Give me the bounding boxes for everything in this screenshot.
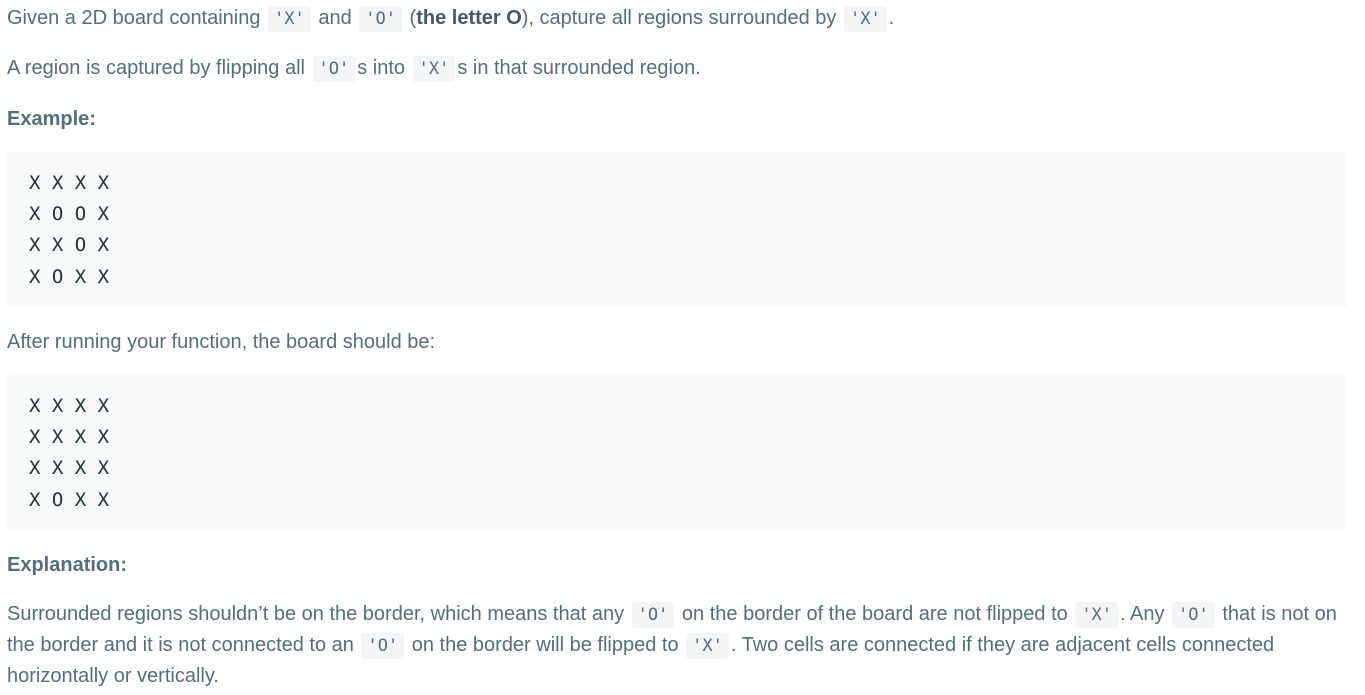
intro-paragraph: Given a 2D board containing 'X' and 'O' … [7, 3, 1347, 34]
code-x: 'X' [686, 633, 729, 659]
capture-paragraph: A region is captured by flipping all 'O'… [7, 53, 1347, 84]
intro-text-1: Given a 2D board containing [7, 7, 267, 29]
code-x: 'X' [843, 6, 887, 32]
explanation-text-1: Surrounded regions shouldn’t be on the b… [7, 603, 630, 625]
code-o: 'O' [361, 633, 405, 659]
example-heading: Example: [7, 108, 96, 130]
capture-text-2: s into [357, 57, 411, 79]
explanation-text-5: on the border will be flipped to [406, 634, 685, 656]
problem-description: Given a 2D board containing 'X' and 'O' … [0, 0, 1365, 695]
capture-text-3: s in that surrounded region. [457, 57, 701, 79]
intro-bold: the letter O [416, 7, 522, 29]
code-o: 'O' [631, 602, 675, 628]
intro-text-5: . [888, 7, 895, 29]
code-x: 'X' [1075, 602, 1119, 628]
code-o: 'O' [312, 56, 356, 82]
explanation-heading: Explanation: [7, 554, 128, 576]
intro-text-2: and [312, 7, 358, 29]
capture-text-1: A region is captured by flipping all [7, 57, 311, 79]
after-board-codeblock: X X X X X X X X X X X X X O X X [7, 375, 1347, 530]
intro-text-4: ), capture all regions surrounded by [521, 7, 842, 29]
code-o: 'O' [1172, 602, 1215, 628]
intro-text-3: ( [403, 7, 417, 29]
board-row: X O O X [29, 203, 110, 225]
board-row: X O X X [29, 489, 110, 511]
board-row: X X X X [29, 426, 110, 448]
code-x: 'X' [268, 6, 311, 32]
board-row: X X X X [29, 457, 110, 479]
explanation-text-2: on the border of the board are not flipp… [676, 603, 1074, 625]
code-x: 'X' [412, 56, 456, 82]
board-row: X X X X [29, 395, 110, 417]
board-row: X X X X [29, 172, 110, 194]
explanation-text-3: . Any [1120, 603, 1171, 625]
code-o: 'O' [359, 6, 402, 32]
before-board-codeblock: X X X X X O O X X X O X X O X X [7, 152, 1347, 307]
after-label: After running your function, the board s… [7, 331, 436, 353]
board-row: X X O X [29, 234, 110, 256]
explanation-paragraph: Surrounded regions shouldn’t be on the b… [7, 599, 1347, 691]
board-row: X O X X [29, 266, 110, 288]
